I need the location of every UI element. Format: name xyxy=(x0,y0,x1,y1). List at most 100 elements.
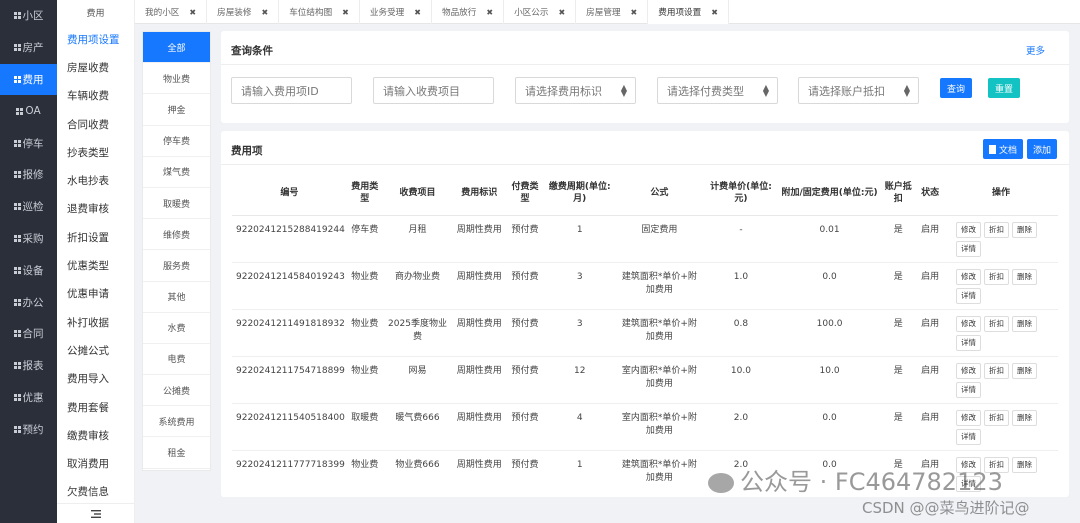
edit-button[interactable]: 修改 xyxy=(956,362,982,379)
close-icon[interactable]: ✖ xyxy=(631,8,638,17)
sub-nav-item[interactable]: 费用项设置 xyxy=(57,25,134,53)
fee-category-item[interactable]: 全部 xyxy=(143,32,210,64)
nav-item[interactable]: OA xyxy=(0,95,57,127)
fee-category-item[interactable]: 水费 xyxy=(143,313,210,344)
close-icon[interactable]: ✖ xyxy=(486,8,493,17)
edit-button[interactable]: 修改 xyxy=(956,268,982,285)
detail-button[interactable]: 详情 xyxy=(956,428,982,445)
sub-nav-item[interactable]: 合同收费 xyxy=(57,110,134,138)
sub-nav-item[interactable]: 费用导入 xyxy=(57,365,134,393)
fee-category-item[interactable]: 电费 xyxy=(143,344,210,376)
delete-button[interactable]: 删除 xyxy=(1012,315,1038,332)
tab[interactable]: 房屋装修 ✖ xyxy=(207,0,280,24)
close-icon[interactable]: ✖ xyxy=(261,8,268,17)
close-icon[interactable]: ✖ xyxy=(189,8,196,17)
fee-category-item[interactable]: 物业费 xyxy=(143,63,210,95)
fee-category-item[interactable]: 煤气费 xyxy=(143,157,210,188)
nav-item[interactable]: 办公 xyxy=(0,286,57,318)
doc-button[interactable]: 文档 xyxy=(983,139,1023,159)
discount-button[interactable]: 折扣 xyxy=(984,221,1010,238)
nav-item[interactable]: 小区 xyxy=(0,0,57,32)
item-input[interactable]: 请输入收费项目 xyxy=(373,77,494,104)
fee-category-item[interactable]: 维修费 xyxy=(143,219,210,251)
close-icon[interactable]: ✖ xyxy=(711,8,718,17)
fee-category-item[interactable]: 租金 xyxy=(143,437,210,469)
discount-button[interactable]: 折扣 xyxy=(984,315,1010,332)
account-deduct-select[interactable]: 请选择账户抵扣 ▲ ▼ xyxy=(798,77,919,104)
edit-button[interactable]: 修改 xyxy=(956,315,982,332)
delete-button[interactable]: 删除 xyxy=(1012,456,1038,473)
discount-button[interactable]: 折扣 xyxy=(984,409,1010,426)
nav-item[interactable]: 优惠 xyxy=(0,382,57,414)
edit-button[interactable]: 修改 xyxy=(956,221,982,238)
nav-item[interactable]: 合同 xyxy=(0,318,57,350)
nav-item[interactable]: 报表 xyxy=(0,350,57,382)
fee-category-item[interactable]: 系统费用 xyxy=(143,406,210,438)
nav-item[interactable]: 预约 xyxy=(0,413,57,445)
grid-icon xyxy=(13,44,21,52)
discount-button[interactable]: 折扣 xyxy=(984,362,1010,379)
pay-type-select[interactable]: 请选择付费类型 ▲ ▼ xyxy=(657,77,778,104)
close-icon[interactable]: ✖ xyxy=(342,8,349,17)
sub-nav-item[interactable]: 优惠申请 xyxy=(57,280,134,308)
sub-nav-item[interactable]: 折扣设置 xyxy=(57,223,134,251)
fee-category-item[interactable]: 服务费 xyxy=(143,250,210,282)
table-cell: 9220241211777718399 xyxy=(232,450,347,497)
tab[interactable]: 费用项设置 ✖ xyxy=(648,0,729,24)
fee-id-input[interactable]: 请输入费用项ID xyxy=(231,77,352,104)
discount-button[interactable]: 折扣 xyxy=(984,268,1010,285)
sub-nav-item[interactable]: 房屋收费 xyxy=(57,53,134,81)
tab[interactable]: 车位结构图 ✖ xyxy=(279,0,360,24)
more-link[interactable]: 更多 xyxy=(1026,43,1045,57)
nav-item[interactable]: 费用 xyxy=(0,63,57,96)
fee-category-item[interactable]: 其他 xyxy=(143,282,210,313)
detail-button[interactable]: 详情 xyxy=(956,334,982,351)
detail-button[interactable]: 详情 xyxy=(956,240,982,257)
delete-button[interactable]: 删除 xyxy=(1012,362,1038,379)
sub-nav-item[interactable]: 公摊公式 xyxy=(57,336,134,364)
fee-category-item[interactable]: 取暖费 xyxy=(143,188,210,220)
fee-category-item[interactable]: 停车费 xyxy=(143,126,210,157)
sub-nav-item[interactable]: 车辆收费 xyxy=(57,82,134,110)
sub-nav-item[interactable]: 欠费信息 xyxy=(57,478,134,506)
reset-button[interactable]: 重置 xyxy=(988,78,1020,98)
sub-nav-item[interactable]: 费用套餐 xyxy=(57,393,134,421)
add-button[interactable]: 添加 xyxy=(1027,139,1057,159)
fee-category-item[interactable]: 押金 xyxy=(143,94,210,126)
sub-nav-item[interactable]: 取消费用 xyxy=(57,449,134,477)
collapse-menu-icon[interactable] xyxy=(57,503,135,523)
tab[interactable]: 我的小区 ✖ xyxy=(135,0,208,24)
tab[interactable]: 小区公示 ✖ xyxy=(504,0,577,24)
table-cell: 4 xyxy=(543,403,616,451)
fee-flag-select[interactable]: 请选择费用标识 ▲ ▼ xyxy=(515,77,636,104)
sub-nav-item[interactable]: 优惠类型 xyxy=(57,251,134,279)
tab[interactable]: 业务受理 ✖ xyxy=(360,0,432,24)
column-header: 操作 xyxy=(944,171,1058,216)
search-button[interactable]: 查询 xyxy=(940,78,972,98)
nav-item[interactable]: 停车 xyxy=(0,127,57,159)
sub-nav-item[interactable]: 抄表类型 xyxy=(57,138,134,166)
delete-button[interactable]: 删除 xyxy=(1012,268,1038,285)
close-icon[interactable]: ✖ xyxy=(414,8,421,17)
detail-button[interactable]: 详情 xyxy=(956,287,982,304)
nav-item[interactable]: 报修 xyxy=(0,159,57,191)
sub-nav: 费用 费用项设置 房屋收费 车辆收费 合同收费 抄表类型 水电抄表 退费审核 折扣设置 优惠类型… xyxy=(57,0,135,523)
edit-button[interactable]: 修改 xyxy=(956,409,982,426)
nav-item[interactable]: 巡检 xyxy=(0,191,57,223)
grid-icon xyxy=(13,171,21,179)
nav-item[interactable]: 采购 xyxy=(0,223,57,255)
sub-nav-item[interactable]: 水电抄表 xyxy=(57,166,134,194)
delete-button[interactable]: 删除 xyxy=(1012,409,1038,426)
sub-nav-item[interactable]: 缴费审核 xyxy=(57,421,134,449)
tab[interactable]: 房屋管理 ✖ xyxy=(576,0,649,24)
nav-item[interactable]: 设备 xyxy=(0,254,57,286)
main-nav: 小区 房产 费用 OA 停车 报修 巡检 采购 设备 办公 合同 报表 优惠 预约 xyxy=(0,0,57,523)
fee-category-item[interactable]: 公摊费 xyxy=(143,375,210,407)
sub-nav-item[interactable]: 退费审核 xyxy=(57,195,134,223)
sub-nav-item[interactable]: 补打收据 xyxy=(57,308,134,336)
tab[interactable]: 物品放行 ✖ xyxy=(432,0,505,24)
delete-button[interactable]: 删除 xyxy=(1012,221,1038,238)
detail-button[interactable]: 详情 xyxy=(956,381,982,398)
close-icon[interactable]: ✖ xyxy=(558,8,565,17)
nav-item[interactable]: 房产 xyxy=(0,32,57,64)
